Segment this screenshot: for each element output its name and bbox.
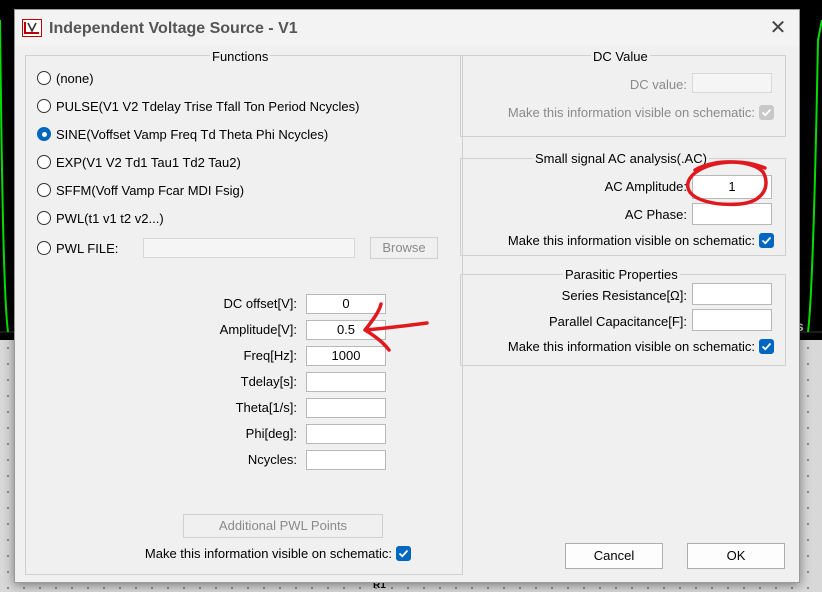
dc-offset-label: DC offset[V]: [223, 296, 297, 311]
close-button[interactable]: ✕ [767, 18, 789, 40]
checkmark-icon [761, 342, 772, 351]
dc-value-group [460, 55, 786, 137]
phi-input[interactable] [306, 424, 386, 444]
theta-input[interactable] [306, 398, 386, 418]
radio-button[interactable] [37, 155, 51, 169]
radio-function-none[interactable]: (none) [37, 68, 94, 88]
ncycles-input[interactable] [306, 450, 386, 470]
dc-offset-input[interactable]: 0 [306, 294, 386, 314]
parallel-capacitance-label: Parallel Capacitance[F]: [548, 314, 687, 329]
browse-button[interactable]: Browse [370, 237, 438, 259]
radio-function-sffm[interactable]: SFFM(Voff Vamp Fcar MDI Fsig) [37, 180, 244, 200]
radio-label: EXP(V1 V2 Td1 Tau1 Td2 Tau2) [56, 154, 241, 170]
radio-function-exp[interactable]: EXP(V1 V2 Td1 Tau1 Td2 Tau2) [37, 152, 241, 172]
functions-visible-checkbox[interactable] [396, 546, 411, 561]
ac-amplitude-label: AC Amplitude: [604, 179, 687, 194]
ac-phase-input[interactable] [692, 203, 772, 225]
voltage-source-dialog: Independent Voltage Source - V1 ✕ Functi… [14, 9, 800, 583]
radio-label: SFFM(Voff Vamp Fcar MDI Fsig) [56, 182, 245, 198]
close-icon: ✕ [769, 17, 787, 39]
series-resistance-input[interactable] [692, 283, 772, 305]
freq-input[interactable]: 1000 [306, 346, 386, 366]
tdelay-label: Tdelay[s]: [240, 374, 297, 389]
phi-label: Phi[deg]: [245, 426, 297, 441]
checkmark-icon [761, 108, 772, 117]
parasitic-group-title: Parasitic Properties [563, 267, 680, 282]
theta-label: Theta[1/s]: [235, 400, 297, 415]
parasitic-visible-checkbox[interactable] [759, 339, 774, 354]
dc-value-input[interactable] [692, 73, 772, 93]
dc-value-group-title: DC Value [591, 49, 650, 64]
radio-function-pulse[interactable]: PULSE(V1 V2 Tdelay Trise Tfall Ton Perio… [37, 96, 359, 116]
ok-button[interactable]: OK [687, 543, 785, 569]
amplitude-label: Amplitude[V]: [219, 322, 297, 337]
radio-label: PULSE(V1 V2 Tdelay Trise Tfall Ton Perio… [56, 98, 360, 114]
additional-pwl-points-button[interactable]: Additional PWL Points [183, 514, 383, 538]
radio-button[interactable] [37, 71, 51, 85]
ac-visible-checkbox[interactable] [759, 233, 774, 248]
checkmark-icon [398, 549, 409, 558]
pwl-file-input[interactable] [143, 238, 355, 258]
radio-label: PWL FILE: [56, 240, 119, 256]
ltspice-app-icon [22, 19, 42, 37]
radio-button[interactable] [37, 99, 51, 113]
radio-button-selected[interactable] [37, 127, 51, 141]
dialog-title: Independent Voltage Source - V1 [49, 20, 298, 37]
ncycles-label: Ncycles: [247, 452, 297, 467]
functions-visible-label: Make this information visible on schemat… [144, 546, 392, 561]
radio-function-pwl[interactable]: PWL(t1 v1 t2 v2...) [37, 208, 164, 228]
radio-button[interactable] [37, 211, 51, 225]
radio-label: SINE(Voffset Vamp Freq Td Theta Phi Ncyc… [56, 126, 329, 142]
cancel-button[interactable]: Cancel [565, 543, 663, 569]
parasitic-visible-label: Make this information visible on schemat… [507, 339, 755, 354]
radio-function-pwl-file[interactable]: PWL FILE: [37, 238, 118, 258]
freq-label: Freq[Hz]: [243, 348, 297, 363]
ac-visible-label: Make this information visible on schemat… [507, 233, 755, 248]
radio-button[interactable] [37, 183, 51, 197]
parallel-capacitance-input[interactable] [692, 309, 772, 331]
radio-label: (none) [56, 70, 94, 86]
ac-analysis-group-title: Small signal AC analysis(.AC) [533, 151, 709, 166]
checkmark-icon [761, 236, 772, 245]
radio-function-sine[interactable]: SINE(Voffset Vamp Freq Td Theta Phi Ncyc… [37, 124, 328, 144]
functions-group-title: Functions [210, 49, 271, 64]
radio-button[interactable] [37, 241, 51, 255]
radio-label: PWL(t1 v1 t2 v2...) [56, 210, 164, 226]
tdelay-input[interactable] [306, 372, 386, 392]
dc-value-visible-label: Make this information visible on schemat… [507, 105, 755, 120]
ac-amplitude-input[interactable]: 1 [692, 175, 772, 199]
amplitude-input[interactable]: 0.5 [306, 320, 386, 340]
dc-value-visible-checkbox[interactable] [759, 105, 774, 120]
dc-value-label: DC value: [629, 77, 687, 92]
ac-phase-label: AC Phase: [624, 207, 687, 222]
series-resistance-label: Series Resistance[Ω]: [561, 288, 687, 303]
title-bar[interactable]: Independent Voltage Source - V1 ✕ [15, 10, 799, 46]
